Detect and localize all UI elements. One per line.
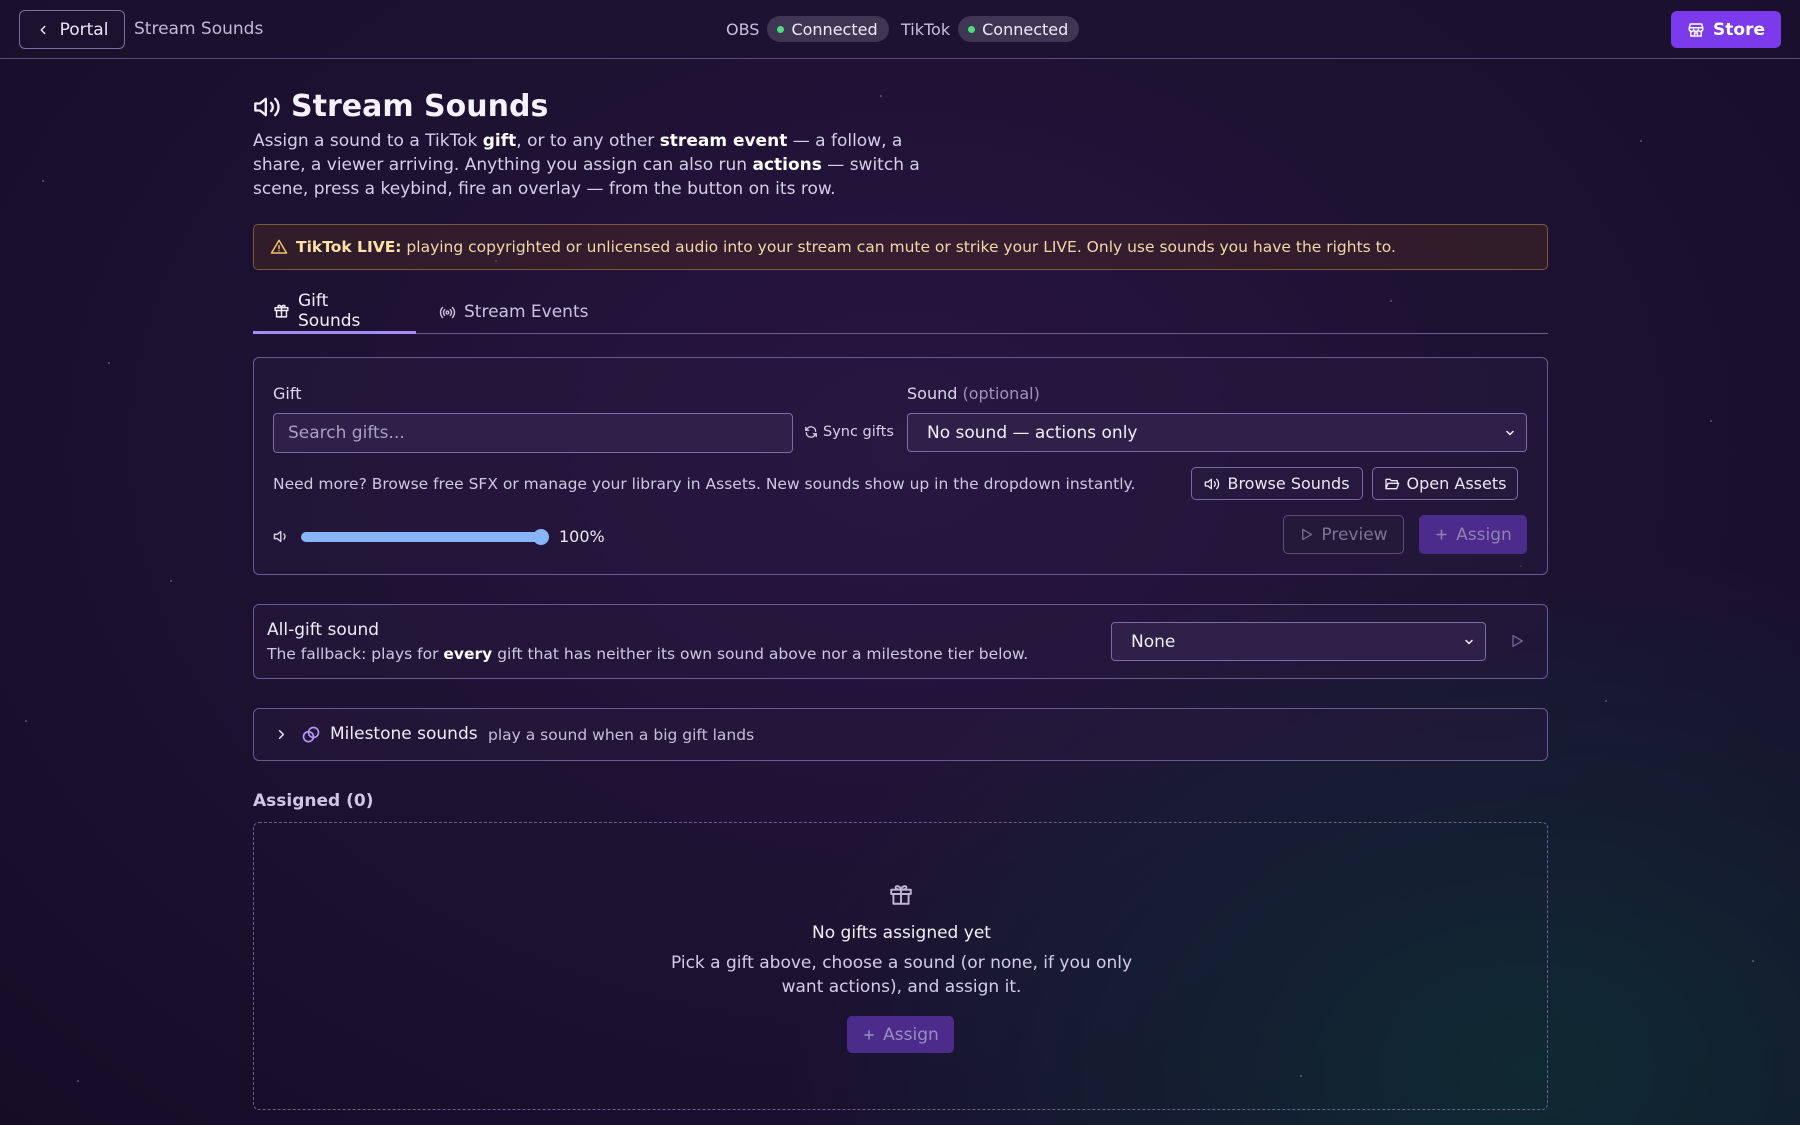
- breadcrumb: Stream Sounds: [134, 19, 264, 39]
- speaker-icon: [254, 97, 280, 116]
- copyright-warning-banner: TikTok LIVE: playing copyrighted or unli…: [253, 224, 1548, 270]
- open-assets-label: Open Assets: [1406, 474, 1507, 493]
- warning-triangle-icon: [270, 239, 288, 254]
- tab-bar: Gift Sounds Stream Events: [253, 290, 1548, 334]
- gift-search-input[interactable]: Search gifts...: [273, 413, 793, 453]
- page-intro: Assign a sound to a TikTok gift, or to a…: [253, 131, 920, 199]
- chevron-left-icon: [40, 25, 46, 34]
- page-title: Stream Sounds: [291, 89, 549, 124]
- obs-label: OBS: [726, 19, 760, 39]
- store-icon: [1688, 22, 1704, 37]
- empty-assign-label: Assign: [883, 1024, 939, 1045]
- volume-value: 100%: [559, 527, 605, 546]
- gift-field-label: Gift: [273, 384, 302, 403]
- assigned-heading: Assigned (0): [253, 791, 374, 811]
- tab-label: Stream Events: [464, 302, 589, 322]
- browse-sounds-button[interactable]: Browse Sounds: [1191, 467, 1363, 500]
- speaker-icon: [1205, 478, 1220, 489]
- empty-state-assign-button[interactable]: Assign: [847, 1016, 954, 1053]
- milestone-medal-icon: [302, 726, 320, 743]
- back-button-label: Portal: [59, 19, 109, 40]
- assigned-empty-state: No gifts assigned yet Pick a gift above,…: [253, 822, 1548, 1110]
- tiktok-status-badge: Connected: [958, 16, 1080, 42]
- plus-icon: [1436, 529, 1447, 540]
- plus-icon: [864, 1029, 874, 1040]
- chevron-right-icon: [278, 729, 285, 740]
- tiktok-status-text: Connected: [982, 19, 1069, 39]
- page-header: Stream Sounds: [253, 89, 548, 124]
- status-dot-icon: [968, 25, 976, 33]
- milestone-sounds-subtitle: play a sound when a big gift lands: [488, 726, 755, 744]
- milestone-sounds-toggle[interactable]: Milestone sounds play a sound when a big…: [253, 708, 1548, 761]
- gift-icon: [890, 885, 912, 905]
- refresh-icon: [805, 426, 817, 438]
- volume-slider[interactable]: [301, 532, 541, 542]
- empty-state-description: Pick a gift above, choose a sound (or no…: [670, 953, 1133, 997]
- preview-button[interactable]: Preview: [1283, 515, 1404, 554]
- folder-open-icon: [1384, 478, 1399, 489]
- assign-label: Assign: [1456, 524, 1512, 545]
- warning-text: TikTok LIVE: playing copyrighted or unli…: [296, 238, 1396, 256]
- obs-status-text: Connected: [791, 19, 878, 39]
- play-icon: [1302, 528, 1313, 541]
- assign-gift-card: Gift Search gifts... Sync gifts Sound (o…: [253, 357, 1548, 575]
- empty-state-title: No gifts assigned yet: [812, 923, 991, 943]
- tiktok-label: TikTok: [901, 19, 951, 39]
- all-gift-sound-select-value: None: [1131, 631, 1176, 652]
- tab-stream-events[interactable]: Stream Events: [419, 290, 608, 334]
- store-button-label: Store: [1713, 19, 1765, 40]
- obs-status-badge: Connected: [767, 16, 889, 42]
- status-dot-icon: [777, 25, 785, 33]
- sound-field-label: Sound (optional): [907, 384, 1040, 403]
- gift-icon: [274, 304, 289, 318]
- assign-button[interactable]: Assign: [1419, 515, 1527, 554]
- volume-slider-thumb[interactable]: [533, 529, 549, 545]
- browse-sounds-label: Browse Sounds: [1227, 474, 1350, 493]
- all-gift-sound-card: All-gift sound The fallback: plays for e…: [253, 604, 1548, 679]
- sync-gifts-label: Sync gifts: [823, 424, 894, 440]
- all-gift-sound-title: All-gift sound: [267, 620, 380, 640]
- back-to-portal-button[interactable]: Portal: [19, 10, 125, 49]
- obs-connection-status: OBS Connected: [726, 16, 889, 42]
- volume-icon: [273, 530, 286, 543]
- play-icon[interactable]: [1509, 633, 1525, 649]
- sound-select[interactable]: No sound — actions only: [907, 413, 1527, 452]
- preview-label: Preview: [1321, 524, 1388, 545]
- all-gift-sound-select[interactable]: None: [1111, 622, 1486, 661]
- tab-label: Gift Sounds: [298, 290, 361, 331]
- all-gift-sound-description: The fallback: plays for every gift that …: [267, 645, 1029, 663]
- chevron-down-icon: [1465, 639, 1473, 644]
- store-button[interactable]: Store: [1671, 11, 1781, 48]
- chevron-down-icon: [1506, 430, 1514, 435]
- sound-library-help: Need more? Browse free SFX or manage you…: [273, 475, 1136, 493]
- sound-select-value: No sound — actions only: [927, 422, 1138, 443]
- tab-gift-sounds[interactable]: Gift Sounds: [253, 290, 416, 334]
- tiktok-connection-status: TikTok Connected: [901, 16, 1080, 42]
- sync-gifts-button[interactable]: Sync gifts: [804, 424, 894, 440]
- open-assets-button[interactable]: Open Assets: [1372, 467, 1518, 500]
- broadcast-icon: [439, 306, 456, 318]
- milestone-sounds-title: Milestone sounds: [330, 724, 478, 744]
- top-bar: Portal Stream Sounds OBS Connected TikTo…: [0, 0, 1800, 59]
